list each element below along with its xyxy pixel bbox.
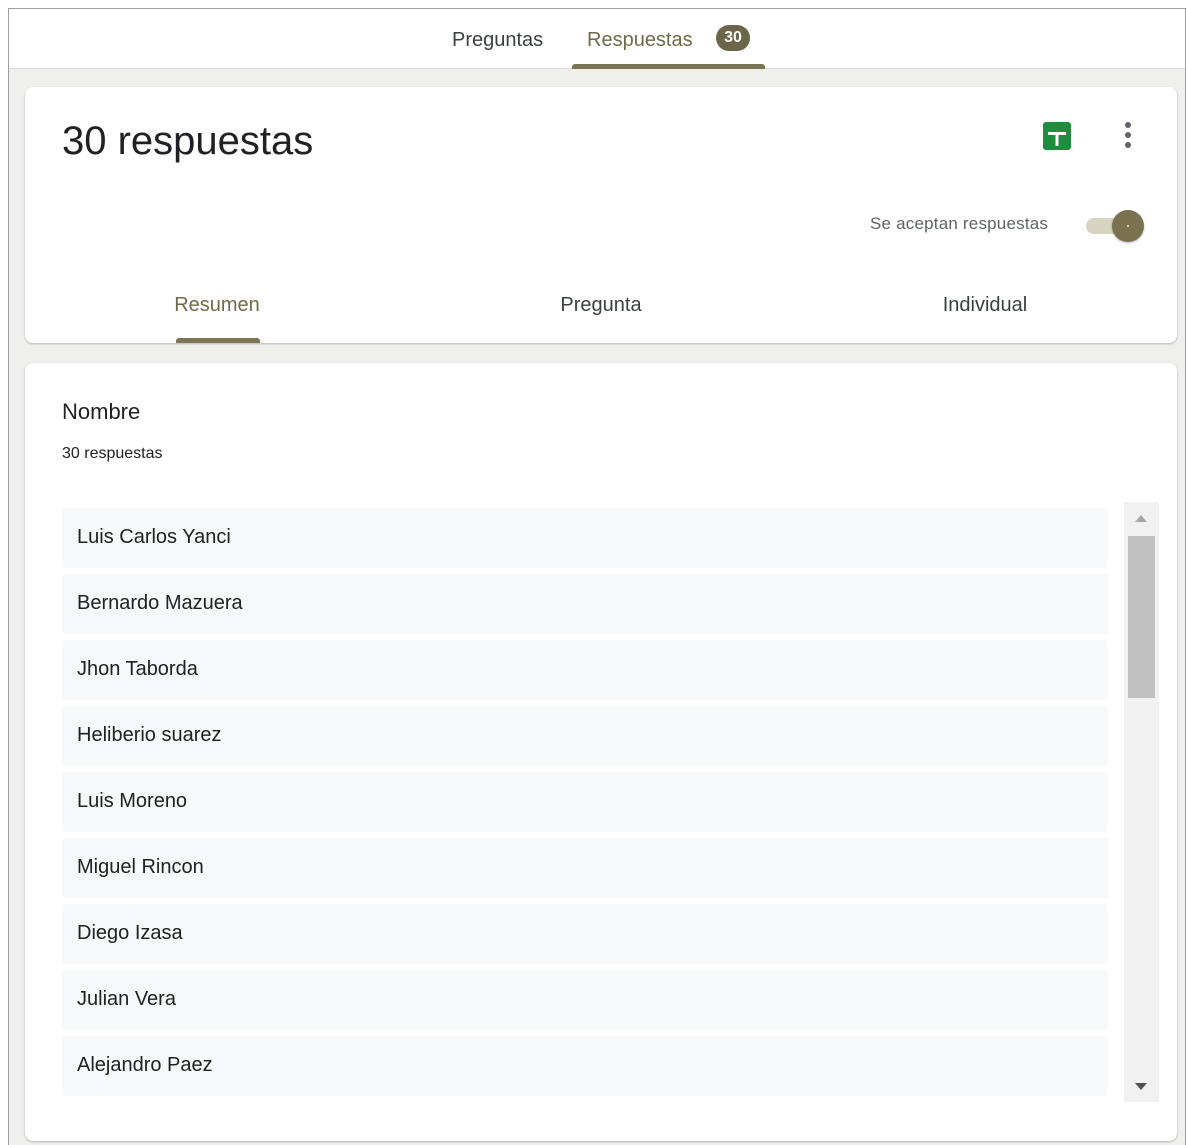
list-item: Bernardo Mazuera (62, 574, 1108, 634)
tab-questions-label: Preguntas (452, 29, 544, 51)
more-vert-icon[interactable] (1113, 117, 1143, 153)
tab-responses-label: Respuestas (587, 29, 693, 51)
question-title: Nombre (62, 399, 141, 424)
top-tab-bar: Preguntas Respuestas 30 (9, 9, 1185, 69)
responses-title: 30 respuestas (62, 119, 314, 163)
list-item: Jhon Taborda (62, 640, 1108, 700)
sheets-icon[interactable] (1042, 121, 1072, 151)
tab-individual[interactable]: Individual (793, 287, 1177, 343)
list-item: Luis Moreno (62, 772, 1108, 832)
tab-responses[interactable]: Respuestas 30 (572, 9, 765, 69)
question-response-count: 30 respuestas (62, 445, 163, 462)
tab-questions[interactable]: Preguntas (452, 9, 552, 69)
tab-summary[interactable]: Resumen (25, 287, 409, 343)
tab-responses-underline (572, 64, 765, 69)
scrollbar-thumb[interactable] (1128, 536, 1155, 698)
response-list-scrollbar[interactable] (1124, 502, 1159, 1102)
accepting-responses-toggle[interactable] (1086, 209, 1144, 243)
tab-question[interactable]: Pregunta (409, 287, 793, 343)
tab-summary-underline (176, 338, 260, 343)
response-list[interactable]: Luis Carlos Yanci Bernardo Mazuera Jhon … (62, 508, 1108, 1098)
tab-summary-label: Resumen (174, 294, 260, 316)
responses-count-badge: 30 (716, 25, 750, 51)
scroll-down-arrow-icon[interactable] (1135, 1083, 1147, 1090)
accepting-responses-label: Se aceptan respuestas (870, 214, 1049, 233)
list-item: Luis Carlos Yanci (62, 508, 1108, 568)
toggle-thumb (1112, 210, 1144, 242)
list-item: Heliberio suarez (62, 706, 1108, 766)
list-item: Julian Vera (62, 970, 1108, 1030)
tab-individual-label: Individual (942, 294, 1028, 316)
list-item: Alejandro Paez (62, 1036, 1108, 1096)
list-item: Diego Izasa (62, 904, 1108, 964)
list-item: Miguel Rincon (62, 838, 1108, 898)
responses-header-card: 30 respuestas Se aceptan respuestas Resu… (25, 87, 1177, 343)
tab-question-label: Pregunta (560, 294, 642, 316)
forms-responses-page: Preguntas Respuestas 30 30 respuestas Se… (8, 8, 1186, 1145)
question-summary-card: Nombre 30 respuestas Luis Carlos Yanci B… (25, 363, 1177, 1141)
scroll-up-arrow-icon[interactable] (1135, 515, 1147, 522)
